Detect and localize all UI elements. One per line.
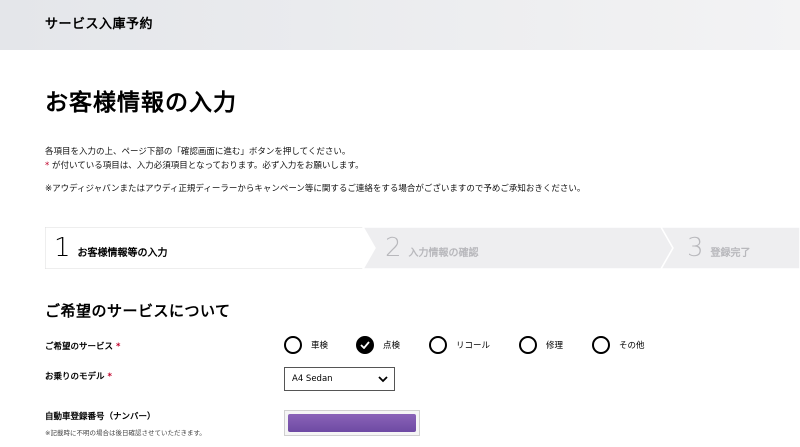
radio-label: 点検	[383, 341, 401, 351]
model-label-text: お乗りのモデル	[45, 372, 105, 382]
model-select-value: A4 Sedan	[292, 374, 333, 384]
step-1: 1 お客様情報等の入力	[54, 227, 168, 269]
plate-note: ※記載時に不明の場合は後日確認させていただきます。	[45, 429, 206, 437]
radio-unchecked-icon	[519, 336, 537, 354]
step-2: 2 入力情報の確認	[385, 227, 479, 269]
radio-label: 修理	[546, 341, 564, 351]
model-required-mark: *	[107, 372, 112, 382]
radio-repair[interactable]: 修理	[519, 334, 563, 356]
page-title: お客様情報の入力	[45, 90, 237, 116]
radio-unchecked-icon	[592, 336, 610, 354]
service-label: ご希望のサービス *	[45, 340, 120, 352]
step-3-label: 登録完了	[710, 247, 751, 259]
header-bar: サービス入庫予約	[0, 0, 800, 50]
radio-label: 車検	[311, 341, 329, 351]
radio-shaken[interactable]: 車検	[284, 334, 328, 356]
intro-instruction: 各項目を入力の上、ページ下部の「確認画面に進む」ボタンを押してください。	[45, 147, 351, 157]
step-1-label: お客様情報等の入力	[77, 247, 168, 259]
progress-stepper: 1 お客様情報等の入力 2 入力情報の確認 3 登録完了	[45, 227, 800, 269]
header-title: サービス入庫予約	[45, 17, 154, 32]
required-star: *	[45, 161, 50, 171]
intro-required-note: * が付いている項目は、入力必須項目となっております。必ず入力をお願いします。	[45, 159, 364, 171]
model-label: お乗りのモデル *	[45, 370, 112, 382]
step-3-number: 3	[687, 233, 704, 263]
radio-unchecked-icon	[284, 336, 302, 354]
step-1-number: 1	[54, 233, 71, 263]
radio-recall[interactable]: リコール	[429, 334, 490, 356]
section-title: ご希望のサービスについて	[45, 302, 231, 320]
service-required-mark: *	[115, 342, 121, 352]
intro-required-text: が付いている項目は、入力必須項目となっております。必ず入力をお願いします。	[51, 161, 364, 171]
radio-inspection[interactable]: 点検	[356, 334, 400, 356]
radio-label: リコール	[456, 341, 491, 351]
service-label-text: ご希望のサービス	[45, 342, 114, 352]
step-2-label: 入力情報の確認	[408, 247, 479, 259]
radio-other[interactable]: その他	[592, 334, 645, 356]
plate-label: 自動車登録番号（ナンバー）	[45, 412, 156, 422]
step-2-number: 2	[385, 233, 402, 263]
radio-label: その他	[619, 341, 645, 351]
model-select[interactable]: A4 Sedan	[284, 367, 395, 391]
step-3: 3 登録完了	[687, 227, 751, 269]
intro-contact-notice: ※アウディジャパンまたはアウディ正規ディーラーからキャンペーン等に関するご連絡を…	[45, 184, 586, 194]
checkmark-icon	[360, 341, 370, 349]
plate-input-bar	[288, 414, 416, 432]
radio-unchecked-icon	[429, 336, 447, 354]
radio-checked-icon	[356, 336, 374, 354]
plate-input[interactable]	[284, 410, 420, 436]
chevron-down-icon	[372, 375, 394, 383]
